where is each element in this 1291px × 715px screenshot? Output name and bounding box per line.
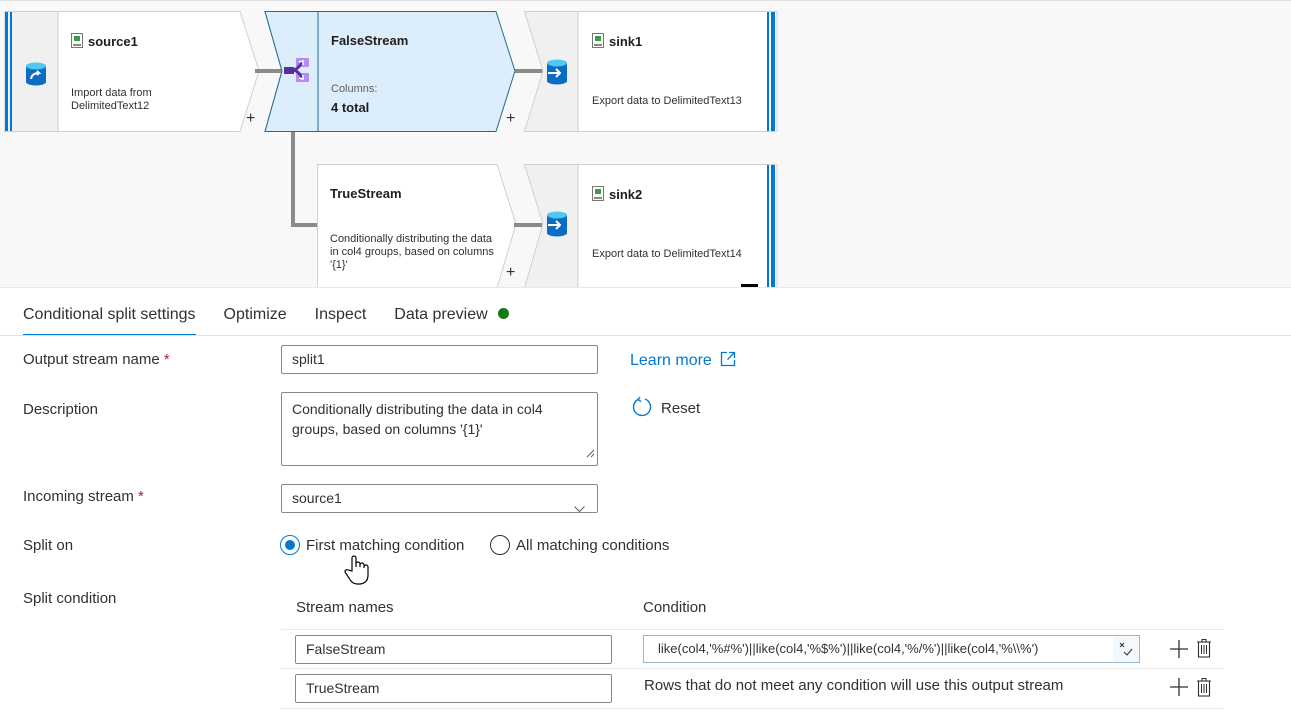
sink1-title: sink1 xyxy=(592,33,642,49)
tab-data-preview-label: Data preview xyxy=(394,306,488,323)
sink-database-icon xyxy=(546,211,568,242)
condition-expression-input[interactable]: like(col4,'%#%')||like(col4,'%$%')||like… xyxy=(643,635,1140,663)
hand-pointer-cursor-icon xyxy=(344,555,370,590)
column-header-condition: Condition xyxy=(643,599,707,616)
split-columns-label: Columns: xyxy=(331,83,378,95)
dataflow-canvas[interactable]: source1 Import data from DelimitedText12… xyxy=(0,0,1291,287)
external-link-icon xyxy=(720,351,736,372)
description-label: Description xyxy=(23,401,99,418)
tab-conditional-split-settings[interactable]: Conditional split settings xyxy=(23,306,196,336)
csv-file-icon xyxy=(592,33,604,48)
delete-condition-icon[interactable] xyxy=(1196,677,1212,702)
tab-data-preview[interactable]: Data preview xyxy=(394,306,509,336)
node-truestream[interactable]: TrueStream Conditionally distributing th… xyxy=(317,164,521,287)
node-source1[interactable]: source1 Import data from DelimitedText12 xyxy=(4,11,260,132)
node-sink2[interactable]: sink2 Export data to DelimitedText14 xyxy=(524,164,778,287)
required-marker: * xyxy=(138,488,144,505)
add-after-source1-button[interactable]: + xyxy=(246,111,255,127)
csv-file-icon xyxy=(592,186,604,201)
conditional-split-icon xyxy=(283,57,311,88)
reset-button[interactable]: Reset xyxy=(631,396,700,422)
expression-builder-icon[interactable] xyxy=(1113,636,1139,662)
connector-split-truestream-horizontal xyxy=(291,223,318,227)
sink-database-icon xyxy=(546,59,568,90)
connector-split-truestream-vertical xyxy=(291,132,295,227)
add-after-truestream-button[interactable]: + xyxy=(506,265,515,281)
node-sink1[interactable]: sink1 Export data to DelimitedText13 xyxy=(524,11,778,132)
source1-subtitle: Import data from DelimitedText12 xyxy=(71,87,152,112)
resize-grip-icon[interactable] xyxy=(585,443,595,463)
required-marker: * xyxy=(163,351,170,368)
tab-inspect[interactable]: Inspect xyxy=(315,306,367,336)
stream-name-input[interactable]: FalseStream xyxy=(295,635,612,664)
source1-title: source1 xyxy=(71,33,138,49)
incoming-stream-dropdown[interactable]: source1 xyxy=(281,484,598,513)
node-split1[interactable]: FalseStream Columns: 4 total xyxy=(264,11,520,132)
split-node-title: FalseStream xyxy=(331,33,409,48)
sink1-subtitle: Export data to DelimitedText13 xyxy=(592,95,742,107)
table-divider xyxy=(281,708,1224,709)
split-on-label: Split on xyxy=(23,537,74,554)
truestream-title: TrueStream xyxy=(330,186,402,201)
table-divider xyxy=(281,668,1224,669)
source-database-icon xyxy=(25,62,47,91)
table-divider xyxy=(281,629,1224,630)
status-dot-icon xyxy=(497,308,509,319)
column-header-stream-names: Stream names xyxy=(296,599,394,616)
chevron-down-icon xyxy=(574,495,585,522)
radio-checked-icon xyxy=(280,535,300,555)
settings-tabs: Conditional split settings Optimize Insp… xyxy=(23,306,509,336)
radio-unchecked-icon xyxy=(490,535,510,555)
tabs-divider xyxy=(0,335,1291,336)
split-columns-value: 4 total xyxy=(331,100,370,115)
description-textarea[interactable]: Conditionally distributing the data in c… xyxy=(281,392,598,466)
delete-condition-icon[interactable] xyxy=(1196,638,1212,663)
csv-file-icon xyxy=(71,33,83,48)
add-condition-icon[interactable] xyxy=(1169,639,1189,664)
output-stream-name-label: Output stream name * xyxy=(23,351,170,368)
sink2-subtitle: Export data to DelimitedText14 xyxy=(592,248,742,260)
split-condition-label: Split condition xyxy=(23,590,117,607)
learn-more-link[interactable]: Learn more xyxy=(630,351,736,372)
reset-icon xyxy=(631,396,653,422)
sink2-title: sink2 xyxy=(592,186,642,202)
incoming-stream-label: Incoming stream * xyxy=(23,488,144,505)
output-stream-name-input[interactable]: split1 xyxy=(281,345,598,374)
default-stream-note: Rows that do not meet any condition will… xyxy=(644,677,1064,694)
add-condition-icon[interactable] xyxy=(1169,677,1189,702)
radio-all-matching-conditions[interactable]: All matching conditions xyxy=(490,535,669,555)
tab-optimize[interactable]: Optimize xyxy=(224,306,287,336)
stream-name-input[interactable]: TrueStream xyxy=(295,674,612,703)
radio-first-matching-condition[interactable]: First matching condition xyxy=(280,535,464,555)
add-after-split-button[interactable]: + xyxy=(506,111,515,127)
truestream-subtitle: Conditionally distributing the data in c… xyxy=(330,233,494,271)
